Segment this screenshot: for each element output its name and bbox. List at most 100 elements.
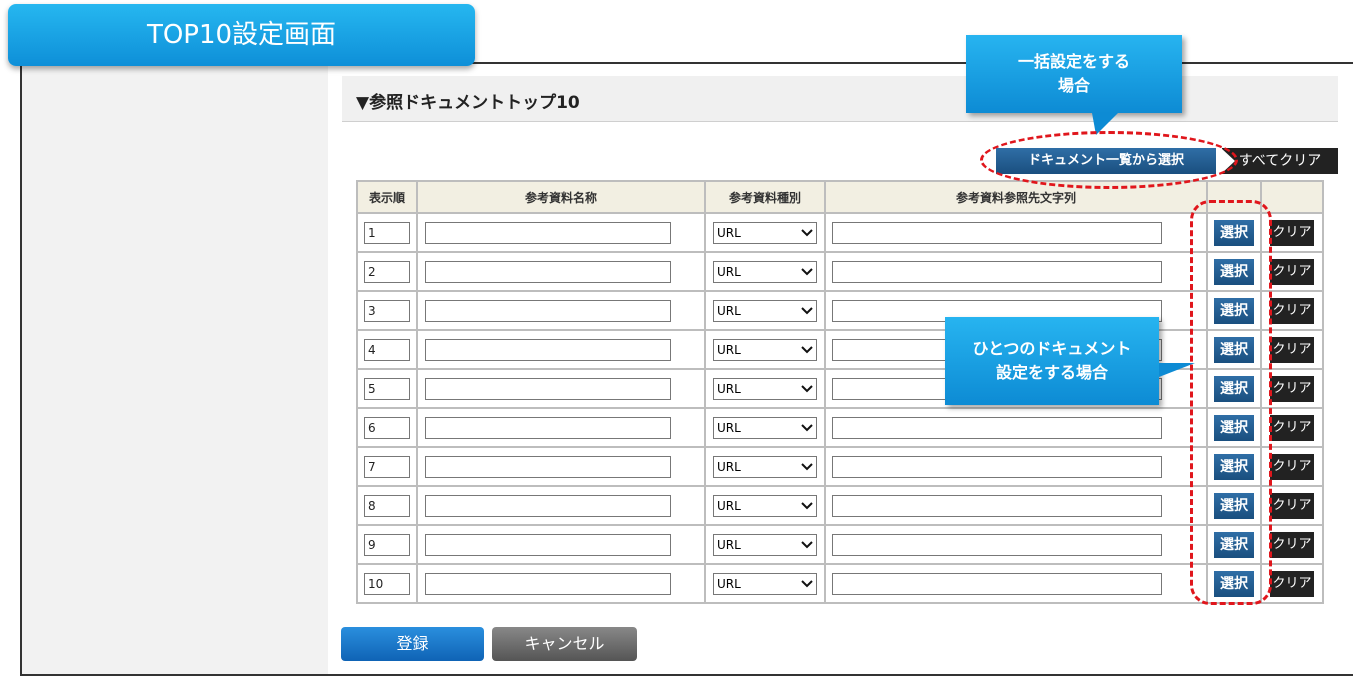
- order-input[interactable]: 7: [364, 455, 410, 478]
- doc-name-input[interactable]: [425, 455, 671, 478]
- col-header-order: 表示順: [356, 180, 418, 214]
- doc-type-value: URL: [717, 303, 741, 318]
- order-cell: 5: [356, 368, 418, 409]
- name-cell: [416, 212, 706, 253]
- doc-type-value: URL: [717, 498, 741, 513]
- doc-ref-input[interactable]: [832, 416, 1162, 439]
- doc-type-value: URL: [717, 225, 741, 240]
- name-cell: [416, 407, 706, 448]
- order-cell: 3: [356, 290, 418, 331]
- row-clear-button[interactable]: クリア: [1270, 375, 1314, 402]
- doc-ref-input[interactable]: [832, 572, 1162, 595]
- row-clear-button[interactable]: クリア: [1270, 414, 1314, 441]
- row-clear-button[interactable]: クリア: [1270, 531, 1314, 558]
- row-clear-button[interactable]: クリア: [1270, 297, 1314, 324]
- type-cell: URL: [704, 524, 826, 565]
- table-row: 1 URL 選択 クリア: [356, 212, 1324, 253]
- table-row: 10 URL 選択 クリア: [356, 563, 1324, 604]
- type-cell: URL: [704, 329, 826, 370]
- doc-type-select[interactable]: URL: [713, 533, 817, 556]
- order-input[interactable]: 3: [364, 299, 410, 322]
- doc-type-select[interactable]: URL: [713, 455, 817, 478]
- doc-ref-input[interactable]: [832, 260, 1162, 283]
- name-cell: [416, 290, 706, 331]
- doc-name-input[interactable]: [425, 416, 671, 439]
- bulk-callout-line1: 一括設定をする: [1017, 52, 1130, 71]
- table-row: 8 URL 選択 クリア: [356, 485, 1324, 526]
- order-input[interactable]: 9: [364, 533, 410, 556]
- single-callout-line2: 設定をする場合: [995, 363, 1108, 382]
- ref-cell: [824, 485, 1208, 526]
- type-cell: URL: [704, 251, 826, 292]
- row-clear-button[interactable]: クリア: [1270, 258, 1314, 285]
- doc-name-input[interactable]: [425, 260, 671, 283]
- order-input[interactable]: 4: [364, 338, 410, 361]
- chevron-down-icon: [801, 343, 813, 357]
- table-row: 9 URL 選択 クリア: [356, 524, 1324, 565]
- doc-ref-input[interactable]: [832, 533, 1162, 556]
- chevron-down-icon: [801, 304, 813, 318]
- doc-ref-input[interactable]: [832, 455, 1162, 478]
- doc-name-input[interactable]: [425, 299, 671, 322]
- type-cell: URL: [704, 212, 826, 253]
- ref-cell: [824, 251, 1208, 292]
- type-cell: URL: [704, 563, 826, 604]
- single-setting-callout: ひとつのドキュメント 設定をする場合: [945, 317, 1195, 405]
- name-cell: [416, 251, 706, 292]
- row-clear-button[interactable]: クリア: [1270, 219, 1314, 246]
- type-cell: URL: [704, 407, 826, 448]
- row-clear-button[interactable]: クリア: [1270, 492, 1314, 519]
- type-cell: URL: [704, 368, 826, 409]
- chevron-down-icon: [801, 421, 813, 435]
- ref-cell: [824, 563, 1208, 604]
- order-input[interactable]: 5: [364, 377, 410, 400]
- doc-name-input[interactable]: [425, 572, 671, 595]
- doc-name-input[interactable]: [425, 377, 671, 400]
- doc-type-select[interactable]: URL: [713, 377, 817, 400]
- order-input[interactable]: 1: [364, 221, 410, 244]
- chevron-down-icon: [801, 265, 813, 279]
- chevron-down-icon: [801, 460, 813, 474]
- doc-name-input[interactable]: [425, 338, 671, 361]
- doc-type-select[interactable]: URL: [713, 494, 817, 517]
- row-clear-button[interactable]: クリア: [1270, 570, 1314, 597]
- table-row: 6 URL 選択 クリア: [356, 407, 1324, 448]
- doc-type-value: URL: [717, 459, 741, 474]
- doc-type-value: URL: [717, 576, 741, 591]
- doc-ref-input[interactable]: [832, 494, 1162, 517]
- select-column-highlight: [1190, 200, 1272, 605]
- doc-type-select[interactable]: URL: [713, 572, 817, 595]
- doc-type-select[interactable]: URL: [713, 221, 817, 244]
- col-header-type: 参考資料種別: [704, 180, 826, 214]
- doc-name-input[interactable]: [425, 494, 671, 517]
- doc-type-value: URL: [717, 420, 741, 435]
- table-header-row: 表示順 参考資料名称 参考資料種別 参考資料参照先文字列: [356, 180, 1324, 214]
- doc-type-select[interactable]: URL: [713, 299, 817, 322]
- doc-ref-input[interactable]: [832, 221, 1162, 244]
- doc-type-select[interactable]: URL: [713, 260, 817, 283]
- order-input[interactable]: 10: [364, 572, 410, 595]
- cancel-button[interactable]: キャンセル: [492, 627, 637, 661]
- doc-name-input[interactable]: [425, 221, 671, 244]
- type-cell: URL: [704, 290, 826, 331]
- table-row: 2 URL 選択 クリア: [356, 251, 1324, 292]
- order-cell: 1: [356, 212, 418, 253]
- doc-type-value: URL: [717, 381, 741, 396]
- col-header-clear: [1260, 180, 1324, 214]
- doc-name-input[interactable]: [425, 533, 671, 556]
- order-cell: 4: [356, 329, 418, 370]
- doc-type-value: URL: [717, 264, 741, 279]
- left-pane: [22, 64, 328, 674]
- doc-type-select[interactable]: URL: [713, 338, 817, 361]
- order-input[interactable]: 6: [364, 416, 410, 439]
- doc-type-select[interactable]: URL: [713, 416, 817, 439]
- row-clear-button[interactable]: クリア: [1270, 453, 1314, 480]
- table-row: 7 URL 選択 クリア: [356, 446, 1324, 487]
- clear-all-button[interactable]: すべてクリア: [1221, 148, 1338, 174]
- order-cell: 9: [356, 524, 418, 565]
- order-input[interactable]: 2: [364, 260, 410, 283]
- table-row: 3 URL 選択 クリア: [356, 290, 1324, 331]
- register-button[interactable]: 登録: [341, 627, 484, 661]
- row-clear-button[interactable]: クリア: [1270, 336, 1314, 363]
- order-input[interactable]: 8: [364, 494, 410, 517]
